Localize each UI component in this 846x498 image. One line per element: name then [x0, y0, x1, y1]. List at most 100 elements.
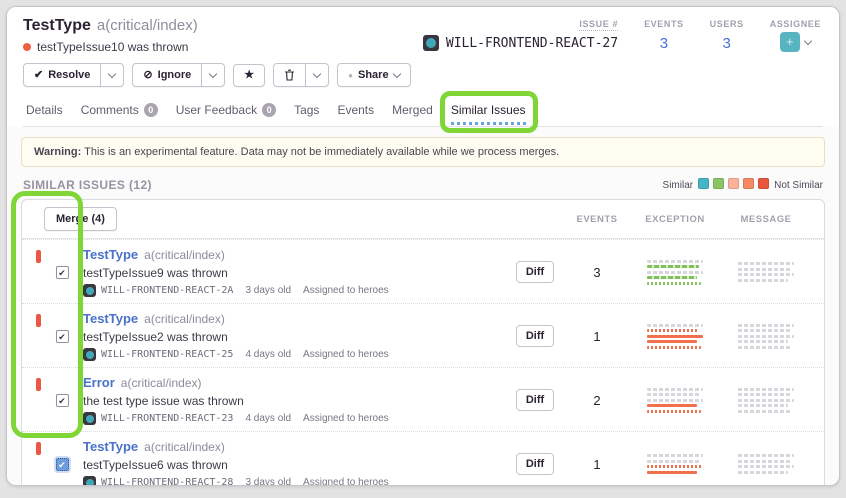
issue-subtitle: testTypeIssue10 was thrown: [23, 40, 198, 54]
table-row: TestTypea(critical/index) testTypeIssue6…: [22, 431, 824, 486]
issue-number-label: ISSUE #: [579, 19, 618, 31]
stat-events: EVENTS 3: [644, 19, 684, 52]
issue-short-id[interactable]: WILL-FRONTEND-REACT-27: [423, 35, 618, 51]
exception-similarity-bars: [647, 385, 703, 415]
issue-age: 3 days old: [245, 285, 291, 296]
assignee-label: ASSIGNEE: [770, 19, 821, 29]
warning-label: Warning:: [34, 146, 81, 158]
warning-text: This is an experimental feature. Data ma…: [81, 146, 559, 158]
issue-checkbox[interactable]: [56, 266, 69, 279]
legend-similar-label: Similar: [663, 180, 694, 191]
tab-details[interactable]: Details: [24, 97, 65, 126]
issue-detail-card: TestType a(critical/index) testTypeIssue1…: [6, 6, 840, 486]
issue-short-id: WILL-FRONTEND-REACT-2A: [83, 284, 233, 297]
issue-message: testTypeIssue6 was thrown: [83, 458, 504, 472]
events-count: 1: [566, 329, 628, 344]
exception-similarity-bars: [647, 452, 703, 477]
diff-button[interactable]: Diff: [516, 389, 554, 411]
bookmark-button[interactable]: ★: [233, 64, 265, 87]
issue-checkbox[interactable]: [56, 394, 69, 407]
similarity-swatch-icon: [728, 178, 739, 189]
assignee-selector[interactable]: [780, 32, 811, 52]
message-similarity-bars: [738, 452, 794, 477]
share-button[interactable]: ● Share: [337, 63, 410, 87]
issue-link[interactable]: TestType: [83, 247, 138, 262]
experimental-warning-banner: Warning: This is an experimental feature…: [21, 137, 825, 167]
star-icon: ★: [244, 70, 254, 81]
ignore-button-group: ⊘ Ignore: [132, 63, 225, 87]
platform-icon: [83, 348, 96, 361]
assignee-avatar: [780, 32, 800, 52]
issue-age: 4 days old: [245, 413, 291, 424]
issue-assignment: Assigned to heroes: [303, 285, 389, 296]
users-count[interactable]: 3: [723, 35, 731, 52]
merge-button[interactable]: Merge (4): [44, 207, 117, 231]
table-row: Errora(critical/index) the test type iss…: [22, 367, 824, 431]
issue-checkbox[interactable]: [56, 330, 69, 343]
column-header-message: MESSAGE: [722, 214, 810, 225]
chevron-down-icon: [804, 36, 812, 44]
chevron-down-icon: [392, 69, 400, 77]
tab-events[interactable]: Events: [335, 97, 376, 126]
issue-link[interactable]: TestType: [83, 311, 138, 326]
issue-type: TestType: [23, 17, 91, 34]
similar-issues-panel-body: Warning: This is an experimental feature…: [7, 127, 839, 486]
tab-badge: 0: [144, 103, 158, 117]
issue-message: the test type issue was thrown: [83, 394, 504, 408]
tab-merged[interactable]: Merged: [390, 97, 435, 126]
ban-icon: ⊘: [143, 70, 152, 81]
diff-button[interactable]: Diff: [516, 325, 554, 347]
issue-age: 3 days old: [245, 477, 291, 486]
resolve-button[interactable]: ✔ Resolve: [23, 63, 101, 87]
tab-user-feedback[interactable]: User Feedback0: [174, 97, 278, 126]
stat-users: USERS 3: [710, 19, 744, 52]
message-similarity-bars: [738, 321, 794, 351]
message-similarity-bars: [738, 260, 794, 285]
tab-tags[interactable]: Tags: [292, 97, 321, 126]
exception-similarity-bars: [647, 257, 703, 287]
similar-issues-heading: SIMILAR ISSUES (12): [23, 178, 152, 192]
issue-title-block: TestType a(critical/index) testTypeIssue1…: [23, 17, 198, 54]
error-level-dot-icon: [23, 43, 31, 51]
issue-tabbar: Details Comments0 User Feedback0 Tags Ev…: [23, 97, 823, 127]
events-count: 2: [566, 393, 628, 408]
tab-comments[interactable]: Comments0: [79, 97, 160, 126]
table-header: Merge (4) EVENTS EXCEPTION MESSAGE: [22, 200, 824, 239]
similarity-legend: Similar Not Similar: [663, 178, 823, 192]
issue-link[interactable]: TestType: [83, 439, 138, 454]
issue-link[interactable]: Error: [83, 375, 115, 390]
issue-age: 4 days old: [245, 349, 291, 360]
table-row: TestTypea(critical/index) testTypeIssue2…: [22, 303, 824, 367]
check-icon: ✔: [34, 70, 43, 81]
issue-assignment: Assigned to heroes: [303, 349, 389, 360]
ignore-dropdown-button[interactable]: [201, 63, 225, 87]
action-toolbar: ✔ Resolve ⊘ Ignore ★: [23, 63, 823, 87]
diff-button[interactable]: Diff: [516, 453, 554, 475]
similarity-scale-swatches: [696, 178, 771, 192]
issue-short-id: WILL-FRONTEND-REACT-23: [83, 412, 233, 425]
platform-icon: [423, 35, 439, 51]
resolve-button-group: ✔ Resolve: [23, 63, 124, 87]
similar-issues-table: Merge (4) EVENTS EXCEPTION MESSAGE TestT…: [21, 199, 825, 486]
issue-stats: ISSUE # WILL-FRONTEND-REACT-27 EVENTS 3 …: [423, 17, 821, 52]
issue-message: testTypeIssue10 was thrown: [37, 40, 188, 54]
issue-culprit: a(critical/index): [97, 17, 198, 34]
issue-message: testTypeIssue9 was thrown: [83, 266, 504, 280]
resolve-dropdown-button[interactable]: [100, 63, 124, 87]
column-header-exception: EXCEPTION: [628, 214, 722, 225]
issue-checkbox[interactable]: [56, 458, 69, 471]
platform-icon: [83, 412, 96, 425]
stat-issue-number: ISSUE # WILL-FRONTEND-REACT-27: [423, 19, 618, 52]
delete-dropdown-button[interactable]: [305, 63, 329, 87]
column-header-events: EVENTS: [566, 214, 628, 225]
tab-similar-issues[interactable]: Similar Issues: [449, 97, 528, 126]
chevron-down-icon: [108, 69, 116, 77]
table-row: TestTypea(critical/index) testTypeIssue9…: [22, 239, 824, 303]
ignore-button[interactable]: ⊘ Ignore: [132, 63, 202, 87]
events-count: 3: [566, 265, 628, 280]
issue-message: testTypeIssue2 was thrown: [83, 330, 504, 344]
diff-button[interactable]: Diff: [516, 261, 554, 283]
delete-button[interactable]: [273, 63, 306, 87]
events-count: 1: [566, 457, 628, 472]
events-count[interactable]: 3: [660, 35, 668, 52]
